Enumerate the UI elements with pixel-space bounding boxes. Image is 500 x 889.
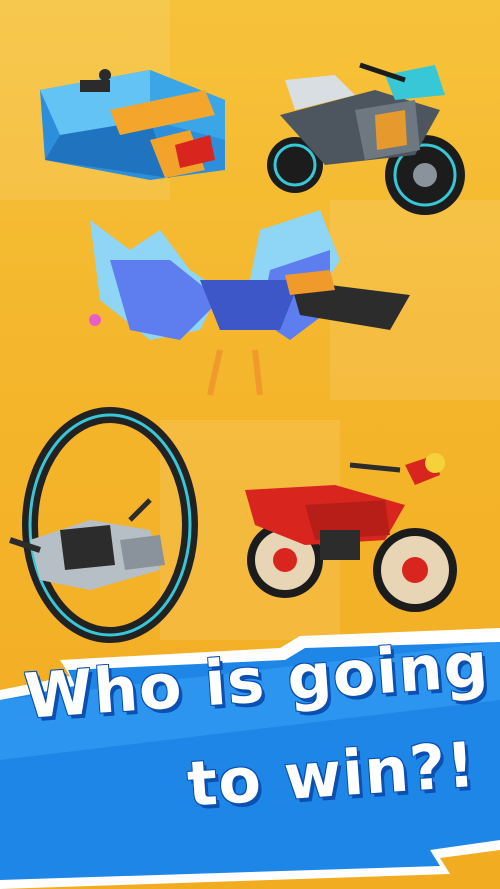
cyber-motorcycle[interactable] bbox=[265, 55, 480, 220]
winged-glider[interactable] bbox=[70, 200, 420, 410]
banner-title-line2: to win?! bbox=[185, 727, 479, 821]
monowheel[interactable] bbox=[0, 400, 210, 645]
jet-hover-bike[interactable] bbox=[0, 50, 240, 190]
promo-screen: Who is going to win?! bbox=[0, 0, 500, 889]
retro-motorcycle[interactable] bbox=[235, 445, 465, 630]
